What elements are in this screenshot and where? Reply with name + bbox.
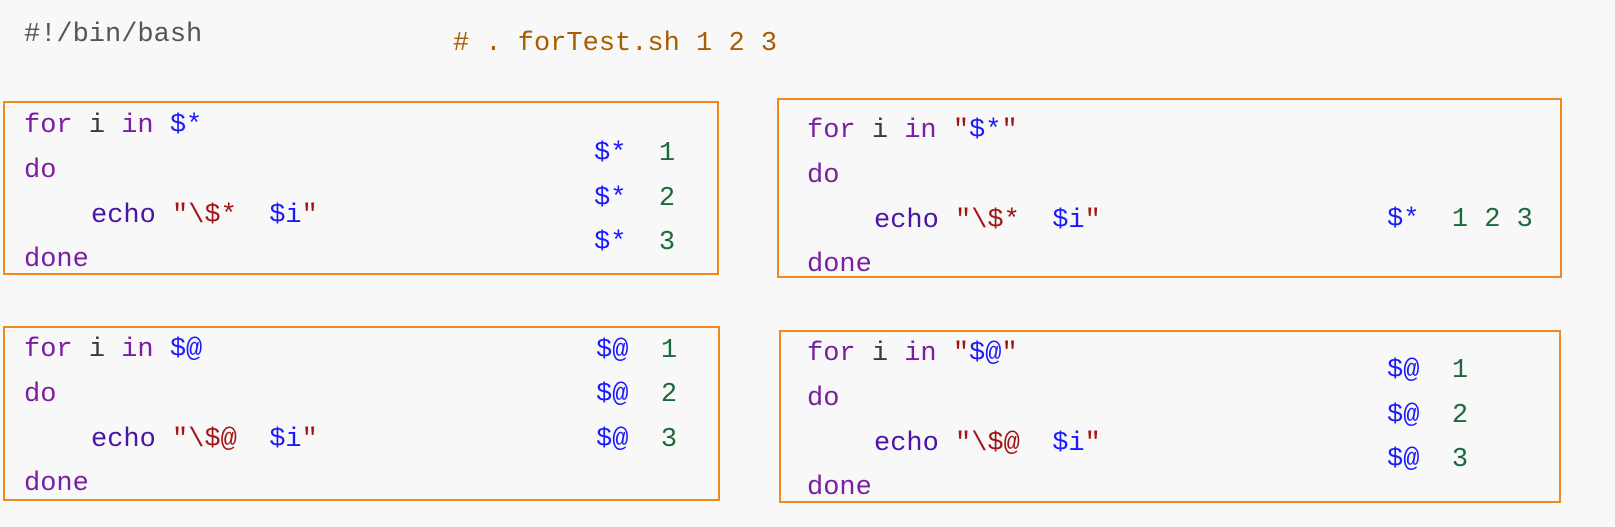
output-symbol: $@ xyxy=(596,380,629,410)
output-line: $@ 2 xyxy=(1387,393,1468,439)
loop-variable: i xyxy=(88,111,106,141)
output-value: 3 xyxy=(1451,445,1469,475)
output-line: $@ 2 xyxy=(596,372,677,418)
keyword-for: for xyxy=(24,111,73,141)
output-line: $* 1 2 3 xyxy=(1387,197,1533,243)
echo-command: echo xyxy=(91,201,156,231)
keyword-for: for xyxy=(807,339,856,369)
panel-star-quoted: for i in "$*" do echo "\$* $i" done $* 1… xyxy=(777,98,1562,280)
code-line-for: for i in $@ xyxy=(24,327,202,373)
output-line: $@ 1 xyxy=(596,328,677,374)
open-quote: " xyxy=(952,116,970,146)
code-line-done: done xyxy=(807,473,872,503)
open-quote: " xyxy=(172,425,189,455)
echo-command: echo xyxy=(874,429,939,459)
output-line: $@ 3 xyxy=(596,417,677,463)
output-value: 3 xyxy=(660,425,678,455)
special-var-list: $* xyxy=(169,111,203,141)
keyword-in: in xyxy=(904,339,937,369)
output-line: $@ 1 xyxy=(1387,348,1468,394)
special-var-list: $@ xyxy=(169,335,203,365)
close-quote: " xyxy=(301,425,318,455)
output-symbol: $@ xyxy=(596,425,629,455)
special-var-list: $@ xyxy=(969,339,1002,369)
code-line-for: for i in "$@" xyxy=(807,331,1018,377)
close-quote: " xyxy=(1001,339,1018,369)
loop-variable: i xyxy=(871,116,889,146)
output-line: $* 2 xyxy=(594,176,675,222)
output-value: 1 xyxy=(658,139,676,169)
panel-at-quoted: for i in "$@" do echo "\$@ $i" done $@ 1… xyxy=(779,330,1561,503)
output-symbol: $* xyxy=(594,184,627,214)
output-value: 1 2 3 xyxy=(1451,205,1533,235)
loop-variable: i xyxy=(871,339,889,369)
open-quote: " xyxy=(172,201,189,231)
escaped-special-var: \$* xyxy=(188,201,237,231)
output-symbol: $* xyxy=(594,228,627,258)
escaped-special-var: \$@ xyxy=(188,425,237,455)
code-line-echo: echo "\$@ $i" xyxy=(91,417,318,463)
close-quote: " xyxy=(1084,206,1101,236)
code-line-echo: echo "\$@ $i" xyxy=(874,421,1101,467)
close-quote: " xyxy=(1001,116,1018,146)
special-var-list: $* xyxy=(969,116,1002,146)
code-line-done: done xyxy=(24,469,89,499)
keyword-in: in xyxy=(121,335,154,365)
output-symbol: $@ xyxy=(1387,356,1420,386)
output-symbol: $* xyxy=(594,139,627,169)
output-symbol: $@ xyxy=(1387,445,1420,475)
code-line-for: for i in "$*" xyxy=(807,108,1018,154)
code-line-echo: echo "\$* $i" xyxy=(874,198,1101,244)
panel-at-unquoted: for i in $@ do echo "\$@ $i" done $@ 1 $… xyxy=(3,326,720,501)
output-value: 1 xyxy=(1451,356,1469,386)
loop-var-ref: $i xyxy=(269,201,302,231)
code-line-done: done xyxy=(24,245,89,275)
loop-var-ref: $i xyxy=(1052,429,1085,459)
output-value: 1 xyxy=(660,336,678,366)
loop-var-ref: $i xyxy=(1052,206,1085,236)
escaped-special-var: \$* xyxy=(971,206,1020,236)
output-line: $* 1 xyxy=(594,131,675,177)
code-line-do: do xyxy=(807,384,840,414)
output-symbol: $* xyxy=(1387,205,1420,235)
open-quote: " xyxy=(955,429,972,459)
loop-variable: i xyxy=(88,335,106,365)
open-quote: " xyxy=(952,339,970,369)
output-symbol: $@ xyxy=(1387,401,1420,431)
close-quote: " xyxy=(1084,429,1101,459)
code-line-do: do xyxy=(24,380,57,410)
code-line-echo: echo "\$* $i" xyxy=(91,193,318,239)
keyword-in: in xyxy=(904,116,937,146)
output-line: $@ 3 xyxy=(1387,437,1468,483)
output-value: 2 xyxy=(660,380,678,410)
run-command-comment: # . forTest.sh 1 2 3 xyxy=(453,29,778,59)
panel-star-unquoted: for i in $* do echo "\$* $i" done $* 1 $… xyxy=(3,101,719,275)
output-value: 2 xyxy=(1451,401,1469,431)
open-quote: " xyxy=(955,206,972,236)
keyword-for: for xyxy=(807,116,856,146)
loop-var-ref: $i xyxy=(269,425,302,455)
keyword-in: in xyxy=(121,111,154,141)
code-line-done: done xyxy=(807,250,872,280)
keyword-for: for xyxy=(24,335,73,365)
output-line: $* 3 xyxy=(594,220,675,266)
escaped-special-var: \$@ xyxy=(971,429,1020,459)
code-line-do: do xyxy=(24,156,57,186)
echo-command: echo xyxy=(91,425,156,455)
code-line-do: do xyxy=(807,161,840,191)
close-quote: " xyxy=(301,201,318,231)
output-value: 3 xyxy=(658,228,676,258)
output-symbol: $@ xyxy=(596,336,629,366)
shebang-line: #!/bin/bash xyxy=(24,20,203,50)
echo-command: echo xyxy=(874,206,939,236)
output-value: 2 xyxy=(658,184,676,214)
code-line-for: for i in $* xyxy=(24,103,202,149)
